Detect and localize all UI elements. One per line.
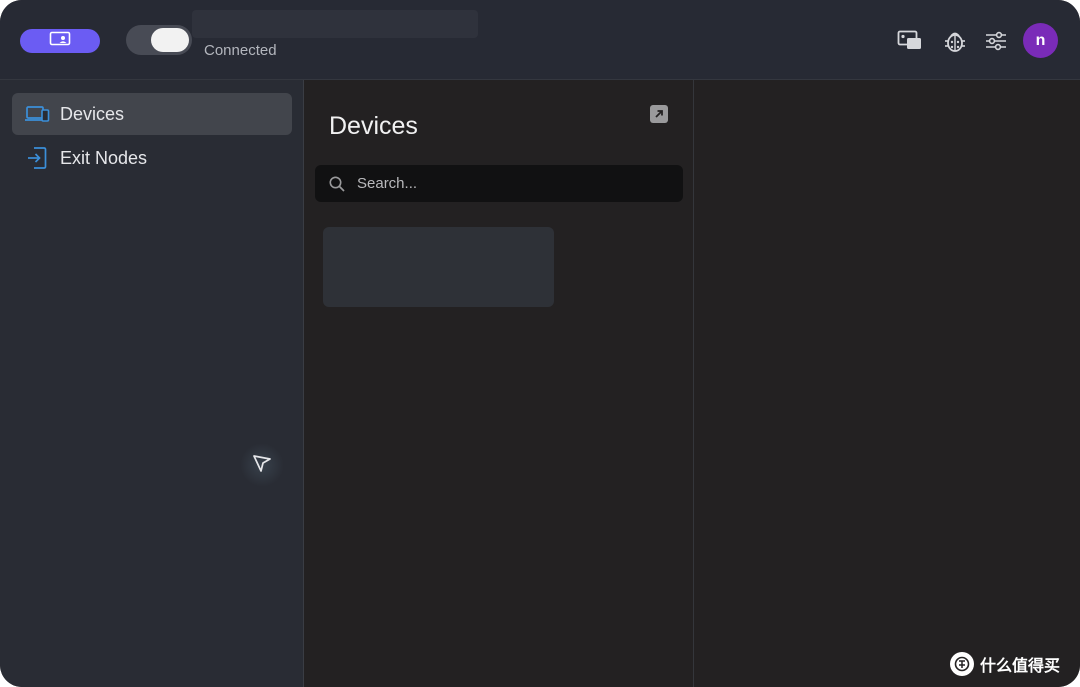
popout-icon[interactable] — [650, 105, 668, 123]
watermark: 什么值得买 — [950, 650, 1060, 678]
sidebar-item-exit-nodes[interactable]: Exit Nodes — [12, 137, 292, 179]
user-avatar[interactable]: n — [1023, 23, 1058, 58]
search-bar — [315, 165, 683, 202]
search-input[interactable] — [357, 165, 667, 202]
app-menu-button[interactable] — [20, 29, 100, 53]
device-screen-icon — [49, 31, 71, 52]
top-bar: Connected n — [0, 0, 1080, 80]
exit-nodes-icon — [24, 146, 50, 170]
device-detail-panel — [694, 80, 1080, 687]
redacted-account-name — [192, 10, 478, 38]
watermark-text: 什么值得买 — [980, 656, 1061, 675]
sidebar-item-devices[interactable]: Devices — [12, 93, 292, 135]
connection-toggle[interactable] — [126, 25, 192, 55]
sliders-icon[interactable] — [982, 28, 1010, 54]
toggle-knob — [151, 28, 189, 52]
app-window: Connected n Devices Exit Nodes Devices S… — [0, 0, 1080, 687]
device-card[interactable] — [323, 227, 554, 307]
sidebar-item-label: Exit Nodes — [60, 147, 148, 168]
search-icon — [328, 175, 346, 193]
device-screens-icon[interactable] — [896, 28, 924, 54]
bug-icon[interactable] — [941, 28, 969, 54]
watermark-logo-icon — [950, 652, 974, 676]
page-title: Devices — [329, 112, 418, 140]
devices-icon — [24, 102, 50, 126]
sidebar-item-label: Devices — [60, 103, 125, 124]
sidebar: Devices Exit Nodes — [0, 80, 304, 687]
connection-status: Connected — [204, 42, 277, 59]
floating-action[interactable] — [240, 443, 284, 487]
cursor-arrow-icon — [252, 453, 272, 478]
devices-panel: Devices — [304, 80, 694, 687]
